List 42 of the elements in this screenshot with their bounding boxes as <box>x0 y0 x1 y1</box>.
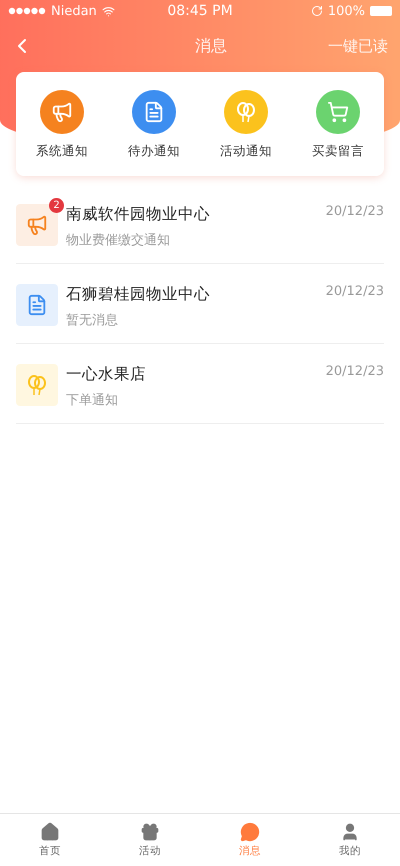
rotation-lock-icon <box>310 5 323 17</box>
tab-item[interactable]: 首页 <box>0 814 100 866</box>
message-preview: 下单通知 <box>66 392 119 409</box>
megaphone-icon <box>26 214 48 236</box>
message-date: 20/12/23 <box>326 364 384 381</box>
category-icon[interactable] <box>224 90 268 134</box>
document-icon <box>143 101 165 123</box>
tab-label[interactable]: 活动 <box>139 844 161 858</box>
message-date: 20/12/23 <box>326 284 384 301</box>
message-preview: 暂无消息 <box>66 312 119 329</box>
wifi-icon <box>102 4 115 18</box>
category-icon[interactable] <box>316 90 360 134</box>
category-label[interactable]: 活动通知 <box>220 143 272 160</box>
megaphone-icon <box>51 101 73 123</box>
tab-item[interactable]: 我的 <box>300 814 400 866</box>
page-title: 消息 <box>195 36 227 56</box>
message-title[interactable]: 石狮碧桂园物业中心 <box>66 284 210 305</box>
message-date: 20/12/23 <box>326 204 384 221</box>
balloons-icon <box>234 100 258 124</box>
category-icon[interactable] <box>40 90 84 134</box>
message-preview: 物业费催缴交通知 <box>66 232 171 249</box>
cart-icon <box>327 101 349 123</box>
signal-icon <box>8 7 46 15</box>
category-label[interactable]: 待办通知 <box>128 143 180 160</box>
home-icon <box>40 822 60 842</box>
message-title[interactable]: 南威软件园物业中心 <box>66 204 210 225</box>
category-icon[interactable] <box>132 90 176 134</box>
unread-badge: 2 <box>49 198 64 213</box>
gift-icon <box>140 822 160 842</box>
message-title[interactable]: 一心水果店 <box>66 364 146 385</box>
battery-icon <box>370 6 392 16</box>
chat-icon <box>240 822 260 842</box>
clock-time: 08:45 PM <box>167 3 233 19</box>
carrier-name: Niedan <box>51 4 97 18</box>
category-label[interactable]: 系统通知 <box>36 143 88 160</box>
tab-label[interactable]: 我的 <box>339 844 361 858</box>
tab-item[interactable]: 活动 <box>100 814 200 866</box>
document-icon <box>26 294 48 316</box>
battery-percent: 100% <box>328 4 365 18</box>
tab-label[interactable]: 首页 <box>39 844 61 858</box>
category-label[interactable]: 买卖留言 <box>312 143 364 160</box>
balloons-icon <box>25 373 49 397</box>
